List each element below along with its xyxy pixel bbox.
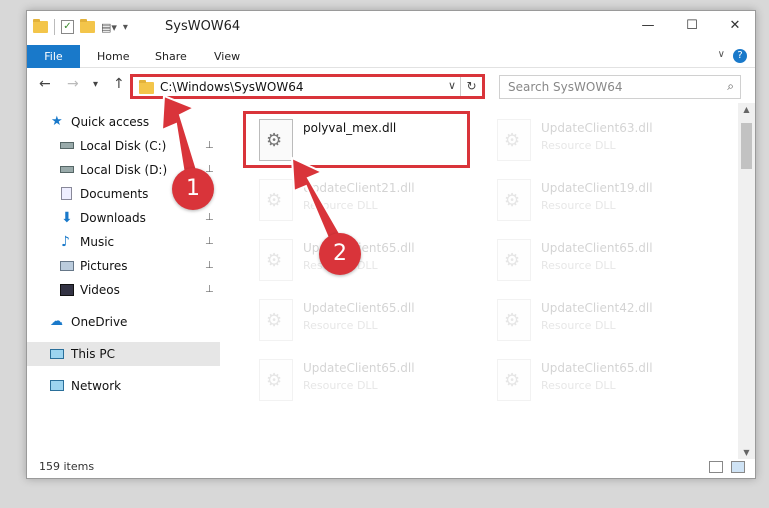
annotation-arrows	[160, 94, 348, 254]
callout-2: 2	[319, 233, 361, 275]
callout-1: 1	[172, 168, 214, 210]
